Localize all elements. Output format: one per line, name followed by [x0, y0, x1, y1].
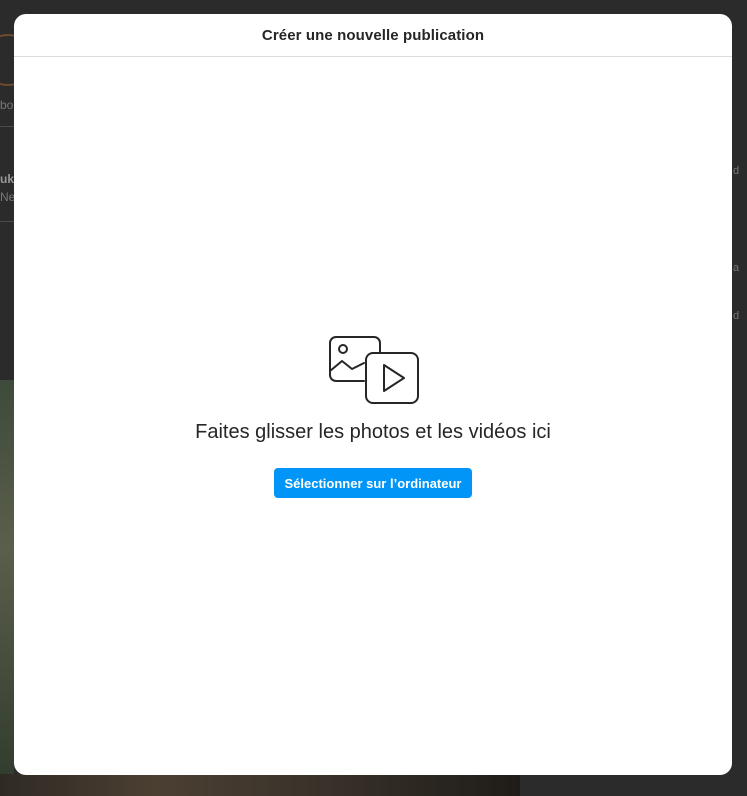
photo-video-icon	[329, 336, 419, 404]
select-from-computer-button[interactable]: Sélectionner sur l’ordinateur	[274, 468, 472, 498]
create-post-modal: Créer une nouvelle publication Faites gl…	[14, 14, 732, 775]
background-sidebar-text-fragment: d	[733, 165, 740, 177]
background-sidebar-text-fragment: d	[733, 310, 740, 322]
drop-instructions: Faites glisser les photos et les vidéos …	[195, 421, 551, 443]
drop-zone[interactable]: Faites glisser les photos et les vidéos …	[14, 57, 732, 775]
modal-header: Créer une nouvelle publication	[14, 14, 732, 57]
modal-title: Créer une nouvelle publication	[261, 26, 485, 44]
background-post-author-fragment: uka	[0, 172, 14, 186]
background-sidebar-strip	[732, 0, 747, 796]
background-username-fragment: bo	[0, 98, 14, 112]
background-post-photo	[0, 380, 14, 796]
background-divider	[0, 221, 14, 222]
background-sidebar	[520, 774, 747, 796]
background-feed-photo	[0, 774, 520, 796]
background-sidebar-text-fragment: a	[733, 262, 740, 274]
background-divider	[0, 126, 14, 127]
background-post-location-fragment: Ne	[0, 190, 14, 204]
